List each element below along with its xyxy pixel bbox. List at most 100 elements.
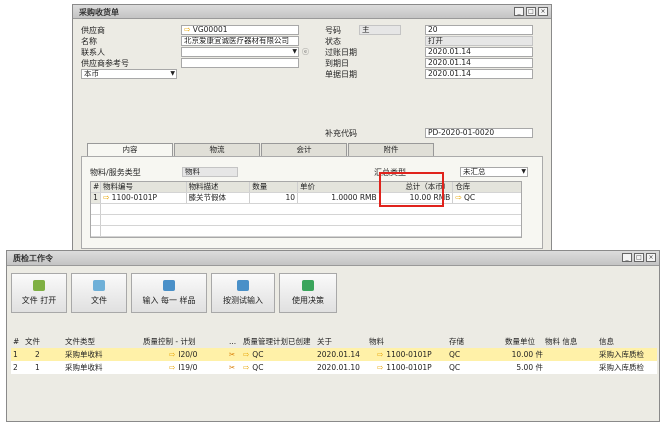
qc-plan-cell[interactable]: ⇨ I20/0 (141, 350, 227, 359)
usage-decision-button[interactable]: 使用决策 (279, 273, 337, 313)
input-by-test-button[interactable]: 按测试输入 (211, 273, 275, 313)
document-open-icon (33, 280, 45, 291)
table-row[interactable]: 1 2 采购单收料 ⇨ I20/0 ✂ ⇨ QC 2020.01.14 ⇨ 1100-… (11, 348, 657, 361)
qc-col-qm-created[interactable]: 质量管理计划已创建 (241, 336, 315, 347)
arrow-link-icon[interactable]: ⇨ (455, 193, 462, 203)
qc-col-doc-type[interactable]: 文件类型 (63, 336, 141, 347)
qc-qm-cell[interactable]: ⇨ QC (241, 350, 315, 359)
qc-info-cell: 采购入库质检 (599, 363, 644, 372)
doc-date-label: 单据日期 (325, 70, 357, 79)
qc-col-item[interactable]: 物料 (367, 336, 447, 347)
status-field: 打开 (425, 36, 533, 46)
table-row[interactable]: 2 1 采购单收料 ⇨ I19/0 ✂ ⇨ QC 2020.01.10 ⇨ 1100-… (11, 361, 657, 374)
name-field[interactable]: 北京爱康宜诚医疗器材有限公司 (181, 36, 299, 46)
minimize-icon[interactable]: _ (622, 253, 632, 262)
summary-type-select[interactable]: 未汇总 ▼ (460, 167, 528, 177)
qc-col-item-info[interactable]: 物料 信息 (543, 336, 597, 347)
posting-date-field[interactable]: 2020.01.14 (425, 47, 533, 57)
table-row[interactable] (91, 226, 521, 237)
contact-field[interactable]: ▼ (181, 47, 299, 57)
qc-doc-cell[interactable]: 1 (23, 363, 63, 372)
maximize-icon[interactable]: □ (634, 253, 644, 262)
grid-col-num: # (91, 182, 101, 192)
maximize-icon[interactable]: □ (526, 7, 536, 16)
warehouse-cell[interactable]: ⇨ QC (453, 193, 521, 203)
qc-col-more[interactable]: ... (227, 337, 241, 346)
open-document-button[interactable]: 文件 打开 (11, 273, 67, 313)
qc-item-cell[interactable]: ⇨ 1100-0101P (367, 363, 447, 372)
qc-qty-cell: 5.00 件 (516, 363, 543, 372)
qc-doc-cell[interactable]: 2 (23, 350, 63, 359)
close-icon[interactable]: × (538, 7, 548, 16)
doc-date-field[interactable]: 2020.01.14 (425, 69, 533, 79)
cut-icon: ✂ (229, 350, 236, 359)
qc-col-about[interactable]: 关于 (315, 336, 367, 347)
table-row[interactable] (91, 215, 521, 226)
qc-orders-table: # 文件 文件类型 质量控制 - 计划 ... 质量管理计划已创建 关于 物料 … (11, 334, 657, 374)
table-row[interactable] (91, 204, 521, 215)
document-icon (93, 280, 105, 291)
supp-code-label: 补充代码 (325, 129, 357, 138)
arrow-link-icon[interactable]: ⇨ (103, 193, 110, 203)
qc-header-row: # 文件 文件类型 质量控制 - 计划 ... 质量管理计划已创建 关于 物料 … (11, 334, 657, 348)
qc-plan-cell[interactable]: ⇨ I19/0 (141, 363, 227, 372)
qc-col-storage[interactable]: 存储 (447, 336, 503, 347)
minimize-icon[interactable]: _ (514, 7, 524, 16)
tab-accounting[interactable]: 会计 (261, 143, 347, 156)
qc-more-cell[interactable]: ✂ (227, 363, 241, 372)
name-label: 名称 (81, 37, 97, 46)
qc-col-plan[interactable]: 质量控制 - 计划 (141, 336, 227, 347)
due-date-field[interactable]: 2020.01.14 (425, 58, 533, 68)
qc-col-qty-unit[interactable]: 数量单位 (503, 336, 543, 347)
info-icon[interactable]: ⓔ (302, 47, 309, 57)
arrow-link-icon[interactable]: ⇨ (184, 26, 191, 34)
posting-date-label: 过账日期 (325, 48, 357, 57)
table-row[interactable]: 1 ⇨ 1100-0101P 膝关节假体 10 1.0000 RMB 10.00 … (91, 193, 521, 204)
sample-input-icon (163, 280, 175, 291)
qc-item-cell[interactable]: ⇨ 1100-0101P (367, 350, 447, 359)
due-date-label: 到期日 (325, 59, 349, 68)
series-select[interactable]: 主 (359, 25, 401, 35)
purchase-title-bar: 采购收货单 _ □ × (73, 5, 551, 19)
currency-select[interactable]: 本币 ▼ (81, 69, 177, 79)
qc-row-num: 1 (13, 350, 18, 359)
arrow-link-icon: ⇨ (377, 350, 384, 359)
qc-qm-cell[interactable]: ⇨ QC (241, 363, 315, 372)
qc-col-info[interactable]: 信息 (597, 336, 653, 347)
doc-number-field[interactable]: 20 (425, 25, 533, 35)
item-code-cell[interactable]: ⇨ 1100-0101P (101, 193, 187, 203)
grid-col-item[interactable]: 物料编号 (101, 182, 187, 192)
qc-more-cell[interactable]: ✂ (227, 350, 241, 359)
price-cell[interactable]: 1.0000 RMB (298, 193, 380, 203)
qc-toolbar: 文件 打开 文件 输入 每一 样品 按测试输入 使用决策 (11, 273, 337, 313)
close-icon[interactable]: × (646, 253, 656, 262)
input-each-sample-button[interactable]: 输入 每一 样品 (131, 273, 207, 313)
document-button[interactable]: 文件 (71, 273, 127, 313)
item-type-select[interactable]: 物料 (182, 167, 238, 177)
grid-col-desc[interactable]: 物料描述 (187, 182, 251, 192)
grid-col-qty[interactable]: 数量 (250, 182, 299, 192)
vendor-ref-field[interactable] (181, 58, 299, 68)
number-label: 号码 (325, 26, 341, 35)
tab-attachments[interactable]: 附件 (348, 143, 434, 156)
qc-doc-type-cell: 采购单收料 (65, 363, 103, 372)
tab-logistics[interactable]: 物流 (174, 143, 260, 156)
tab-content-panel: 物料/服务类型 物料 汇总类型 未汇总 ▼ # 物料编号 物料描述 数量 单价 总… (81, 156, 543, 249)
item-desc-cell[interactable]: 膝关节假体 (187, 193, 251, 203)
cut-icon: ✂ (229, 363, 236, 372)
arrow-link-icon: ⇨ (169, 363, 176, 372)
tab-contents[interactable]: 内容 (87, 143, 173, 156)
vendor-ref-label: 供应商参考号 (81, 59, 129, 68)
purchase-window-title: 采购收货单 (79, 8, 119, 17)
supp-code-field[interactable]: PD-2020-01-0020 (425, 128, 533, 138)
grid-col-warehouse[interactable]: 仓库 (453, 182, 521, 192)
decision-icon (302, 280, 314, 291)
qc-col-num: # (13, 336, 20, 346)
qty-cell[interactable]: 10 (250, 193, 299, 203)
vendor-field[interactable]: ⇨ VG00001 (181, 25, 299, 35)
qc-col-doc[interactable]: 文件 (23, 336, 63, 347)
qc-storage-cell: QC (449, 363, 461, 372)
items-grid: # 物料编号 物料描述 数量 单价 总计（本币） 仓库 1 ⇨ 1100-0101… (90, 181, 522, 238)
contact-label: 联系人 (81, 48, 105, 57)
grid-col-price[interactable]: 单价 (298, 182, 380, 192)
